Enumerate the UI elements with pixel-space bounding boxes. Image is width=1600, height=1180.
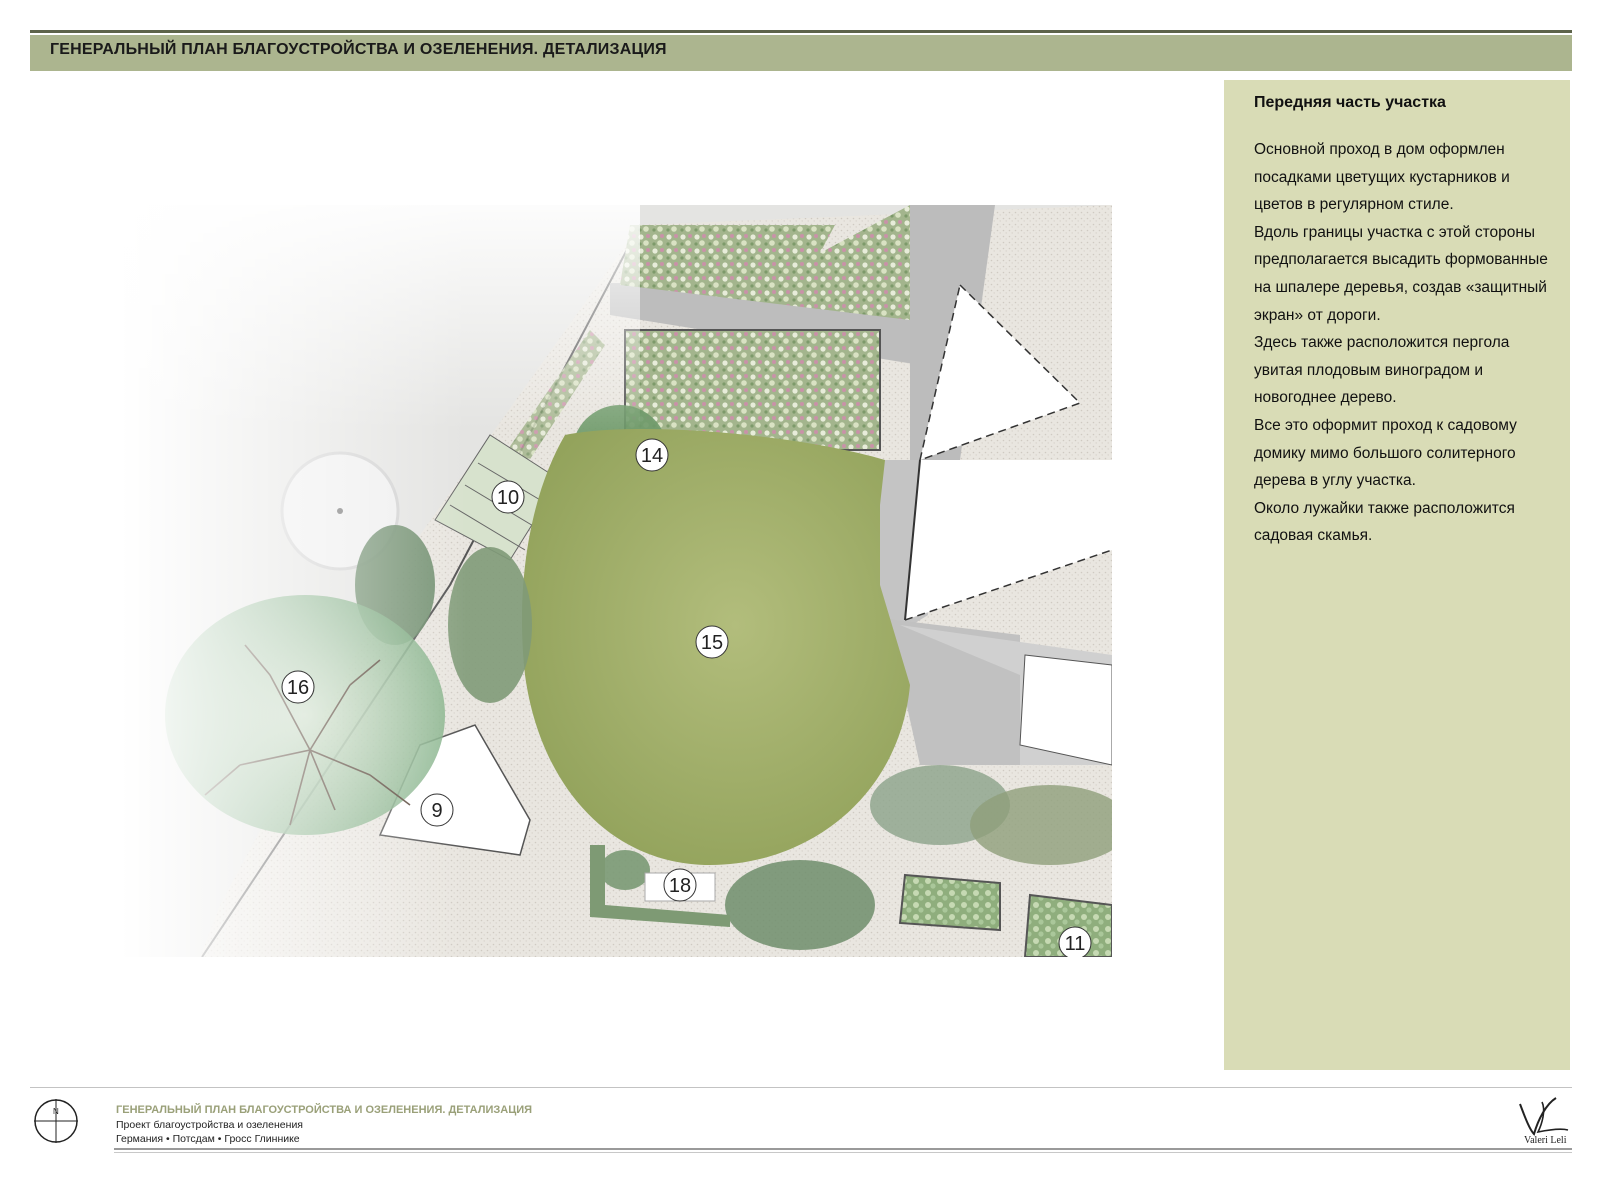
marker-11: 11 [1058,926,1092,957]
panel-paragraph: Все это оформит проход к садовому домику… [1254,416,1517,490]
footer-rule-bottom [114,1148,1572,1150]
site-plan-drawing: 14 10 15 16 9 18 11 [120,205,1112,957]
panel-paragraph: Основной проход в дом оформлен посадками… [1254,141,1510,214]
marker-15: 15 [695,625,729,659]
panel-title: Передняя часть участка [1254,94,1446,111]
compass-label: N [53,1107,59,1116]
marker-11-label: 11 [1065,933,1086,955]
logo-text: Valeri Leli [1524,1135,1567,1146]
panel-paragraph: Около лужайки также расположится садовая… [1254,499,1515,545]
north-arrow-icon: N [32,1097,80,1145]
marker-10: 10 [491,480,525,514]
header-band: ГЕНЕРАЛЬНЫЙ ПЛАН БЛАГОУСТРОЙСТВА И ОЗЕЛЕ… [30,35,1572,71]
page-title: ГЕНЕРАЛЬНЫЙ ПЛАН БЛАГОУСТРОЙСТВА И ОЗЕЛЕ… [50,41,667,58]
description-panel: Передняя часть участка Основной проход в… [1224,80,1570,1070]
marker-16-label: 16 [287,677,309,699]
marker-9-label: 9 [431,800,442,822]
panel-paragraph: Вдоль границы участка с этой стороны пре… [1254,223,1548,324]
panel-paragraph: Здесь также расположится пергола увитая … [1254,334,1510,407]
panel-body: Основной проход в дом оформлен посадками… [1254,136,1554,550]
footer-subtitle: Проект благоустройства и озеленения [116,1119,303,1131]
header-top-rule [30,30,1572,33]
marker-18: 18 [663,868,697,902]
footer-rule-top [30,1087,1572,1088]
marker-18-label: 18 [669,875,691,897]
site-plan: 14 10 15 16 9 18 11 [120,205,1112,957]
footer-rule-bottom-thin [114,1152,1572,1153]
marker-14: 14 [635,438,669,472]
marker-16: 16 [281,670,315,704]
footer-title: ГЕНЕРАЛЬНЫЙ ПЛАН БЛАГОУСТРОЙСТВА И ОЗЕЛЕ… [116,1104,533,1116]
footer-location: Германия • Потсдам • Гросс Глинникe [116,1133,300,1145]
marker-15-label: 15 [701,632,723,654]
marker-10-label: 10 [497,487,519,509]
marker-9: 9 [420,793,454,827]
marker-14-label: 14 [641,445,663,467]
